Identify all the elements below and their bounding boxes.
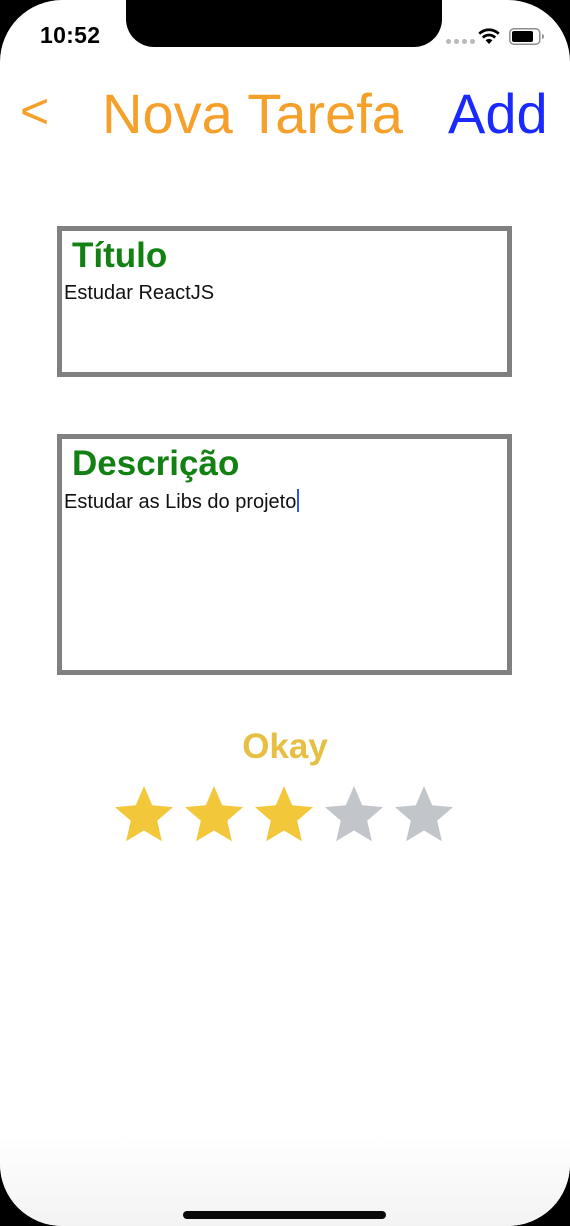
description-input-text: Estudar as Libs do projeto: [64, 491, 297, 513]
page-title: Nova Tarefa: [102, 82, 403, 145]
text-cursor: [297, 489, 300, 512]
device-frame: 10:52 < Nova Tarefa Add Título Estudar R…: [0, 0, 570, 1226]
star-icon[interactable]: [182, 784, 246, 846]
star-icon[interactable]: [252, 784, 316, 846]
signal-dots-icon: [446, 39, 475, 44]
star-rating[interactable]: [112, 784, 456, 846]
home-indicator[interactable]: [183, 1211, 386, 1219]
back-button[interactable]: <: [20, 86, 49, 136]
add-button[interactable]: Add: [448, 86, 548, 142]
title-field[interactable]: Título Estudar ReactJS: [57, 226, 512, 377]
description-input[interactable]: Estudar as Libs do projeto: [64, 489, 300, 514]
wifi-icon: [478, 28, 500, 44]
title-input[interactable]: Estudar ReactJS: [64, 281, 214, 305]
star-icon[interactable]: [322, 784, 386, 846]
battery-icon: [509, 28, 544, 45]
title-field-label: Título: [72, 236, 168, 275]
app-screen: 10:52 < Nova Tarefa Add Título Estudar R…: [0, 0, 570, 1226]
description-field[interactable]: Descrição Estudar as Libs do projeto: [57, 434, 512, 675]
star-icon[interactable]: [112, 784, 176, 846]
description-field-label: Descrição: [72, 444, 240, 483]
rating-label: Okay: [242, 727, 328, 766]
star-icon[interactable]: [392, 784, 456, 846]
device-notch: [126, 0, 442, 47]
status-time: 10:52: [40, 22, 101, 48]
